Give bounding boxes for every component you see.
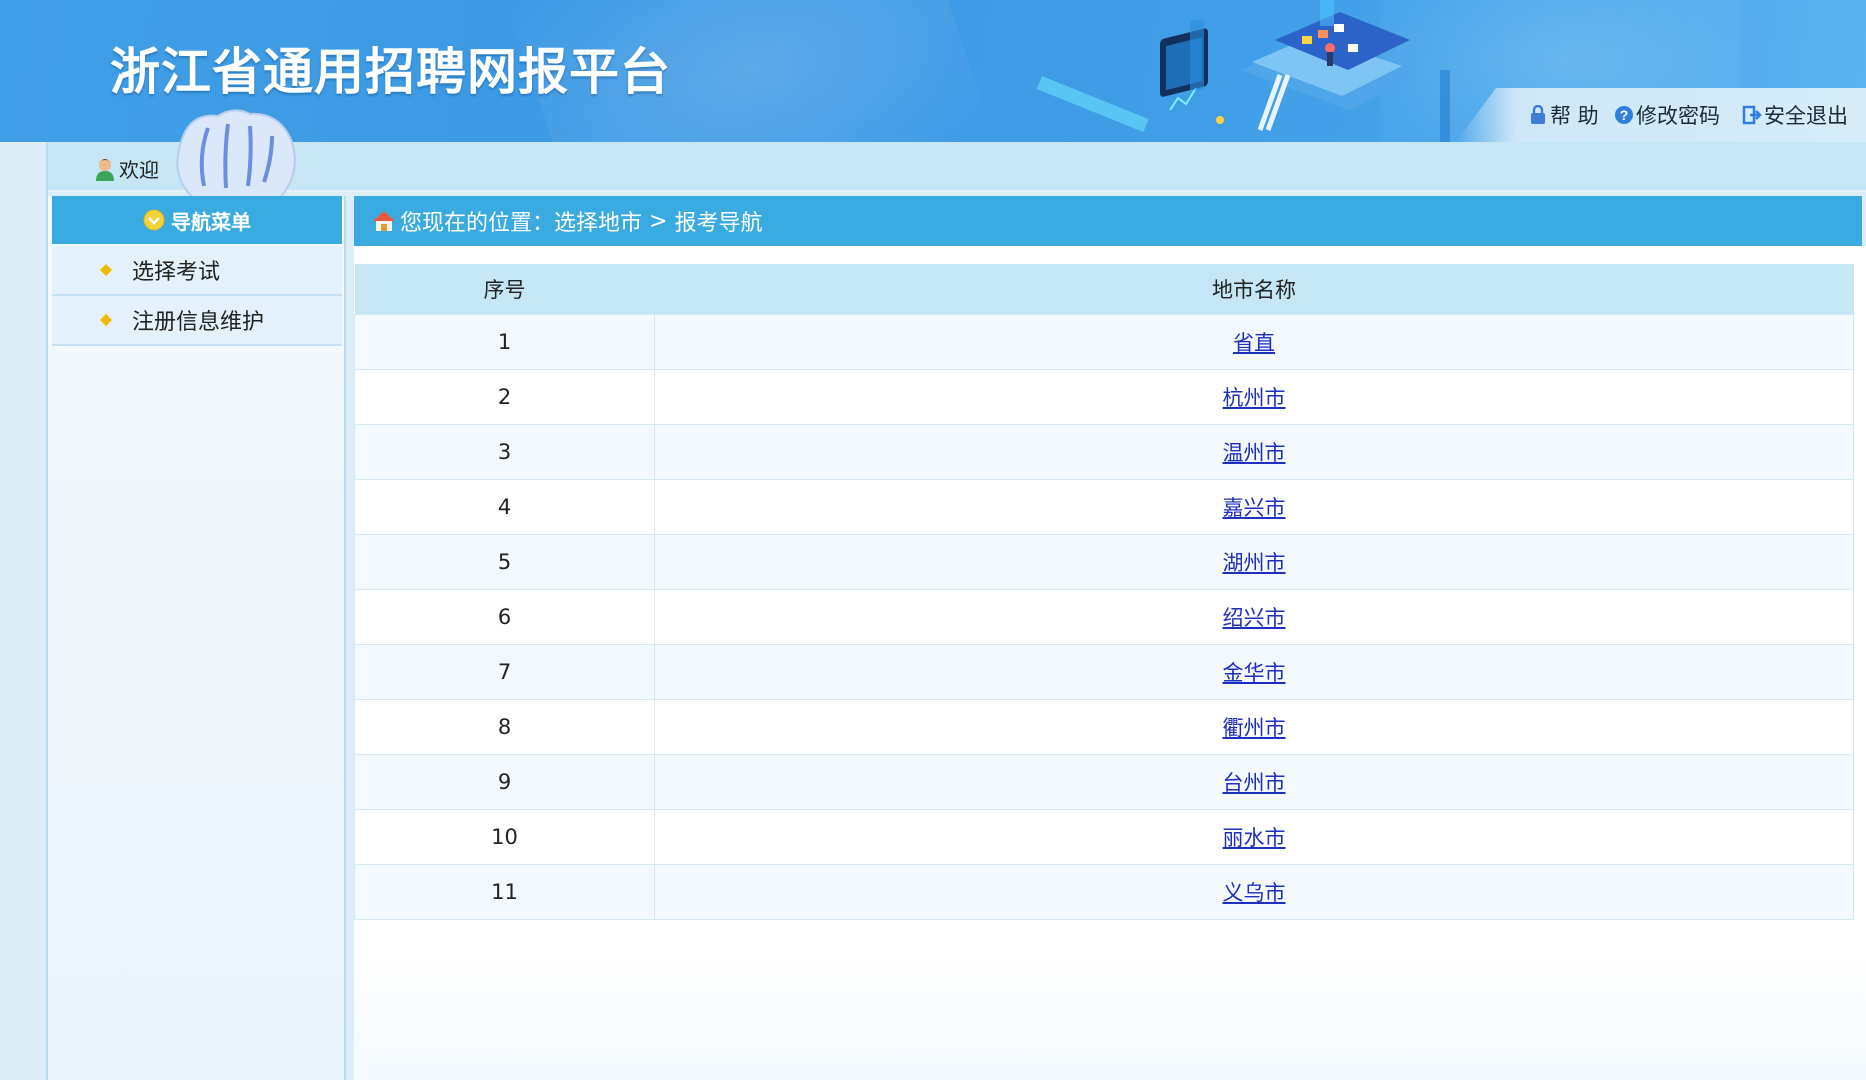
table-row: 1 省直 bbox=[354, 314, 1854, 370]
change-password-link[interactable]: ? 修改密码 bbox=[1614, 100, 1720, 130]
city-cell: 杭州市 bbox=[654, 369, 1854, 425]
city-cell: 衢州市 bbox=[654, 699, 1854, 755]
welcome-message: 欢迎 bbox=[94, 154, 159, 183]
breadcrumb-item-exam-navigation: 报考导航 bbox=[674, 211, 763, 236]
column-header-index: 序号 bbox=[354, 264, 655, 315]
logout-link[interactable]: 安全退出 bbox=[1742, 100, 1848, 130]
row-index: 3 bbox=[354, 424, 655, 480]
row-index: 7 bbox=[354, 644, 655, 700]
city-link[interactable]: 湖州市 bbox=[1223, 551, 1286, 575]
sidebar-title: 导航菜单 bbox=[171, 209, 251, 234]
logout-label: 安全退出 bbox=[1764, 104, 1848, 128]
table-row: 4 嘉兴市 bbox=[354, 479, 1854, 535]
sidebar-item-registration-info[interactable]: 注册信息维护 bbox=[52, 296, 342, 346]
city-cell: 义乌市 bbox=[654, 864, 1854, 920]
left-edge-panel bbox=[0, 142, 48, 1080]
help-lock-icon bbox=[1531, 105, 1545, 124]
city-link[interactable]: 温州市 bbox=[1223, 441, 1286, 465]
table-row: 10 丽水市 bbox=[354, 809, 1854, 865]
row-index: 5 bbox=[354, 534, 655, 590]
table-header-row: 序号 地市名称 bbox=[354, 264, 1854, 315]
city-cell: 嘉兴市 bbox=[654, 479, 1854, 535]
diamond-bullet-icon bbox=[100, 264, 112, 276]
row-index: 6 bbox=[354, 589, 655, 645]
diamond-bullet-icon bbox=[100, 314, 112, 326]
row-index: 10 bbox=[354, 809, 655, 865]
change-password-label: 修改密码 bbox=[1636, 104, 1720, 128]
city-cell: 湖州市 bbox=[654, 534, 1854, 590]
city-cell: 省直 bbox=[654, 314, 1854, 370]
table-row: 9 台州市 bbox=[354, 754, 1854, 810]
welcome-text: 欢迎 bbox=[119, 158, 159, 182]
city-link[interactable]: 义乌市 bbox=[1223, 881, 1286, 905]
home-icon bbox=[373, 211, 395, 231]
table-row: 6 绍兴市 bbox=[354, 589, 1854, 645]
row-index: 4 bbox=[354, 479, 655, 535]
breadcrumb-item-select-city: 选择地市 bbox=[554, 211, 643, 236]
city-link[interactable]: 绍兴市 bbox=[1223, 606, 1286, 630]
sidebar-item-select-exam[interactable]: 选择考试 bbox=[52, 246, 342, 296]
help-link-label: 帮 助 bbox=[1550, 104, 1599, 128]
city-link[interactable]: 省直 bbox=[1233, 331, 1275, 355]
row-index: 11 bbox=[354, 864, 655, 920]
table-row: 11 义乌市 bbox=[354, 864, 1854, 920]
table-row: 3 温州市 bbox=[354, 424, 1854, 480]
city-link[interactable]: 嘉兴市 bbox=[1223, 496, 1286, 520]
city-link[interactable]: 杭州市 bbox=[1223, 386, 1286, 410]
city-cell: 台州市 bbox=[654, 754, 1854, 810]
table-row: 5 湖州市 bbox=[354, 534, 1854, 590]
table-row: 7 金华市 bbox=[354, 644, 1854, 700]
header-illustration bbox=[1036, 0, 1450, 142]
question-icon: ? bbox=[1615, 106, 1633, 124]
city-link[interactable]: 衢州市 bbox=[1223, 716, 1286, 740]
sidebar-item-label: 注册信息维护 bbox=[132, 310, 265, 335]
row-index: 9 bbox=[354, 754, 655, 810]
city-cell: 温州市 bbox=[654, 424, 1854, 480]
column-header-city-name: 地市名称 bbox=[654, 264, 1854, 315]
exit-icon bbox=[1742, 105, 1762, 125]
table-row: 2 杭州市 bbox=[354, 369, 1854, 425]
sidebar-item-label: 选择考试 bbox=[132, 260, 221, 285]
city-cell: 金华市 bbox=[654, 644, 1854, 700]
city-link[interactable]: 台州市 bbox=[1223, 771, 1286, 795]
row-index: 1 bbox=[354, 314, 655, 370]
sidebar: 导航菜单 选择考试 注册信息维护 bbox=[48, 196, 346, 1080]
city-link[interactable]: 金华市 bbox=[1223, 661, 1286, 685]
page-title: 浙江省通用招聘网报平台 bbox=[110, 43, 671, 101]
chevron-down-circle-icon bbox=[143, 209, 165, 231]
breadcrumb-separator: > bbox=[642, 208, 675, 234]
city-cell: 丽水市 bbox=[654, 809, 1854, 865]
breadcrumb-prefix: 您现在的位置： bbox=[400, 211, 555, 236]
user-avatar-icon bbox=[96, 158, 114, 181]
help-link[interactable]: 帮 助 bbox=[1528, 100, 1599, 130]
welcome-bar bbox=[46, 142, 1866, 192]
city-cell: 绍兴市 bbox=[654, 589, 1854, 645]
city-link[interactable]: 丽水市 bbox=[1223, 826, 1286, 850]
svg-text:?: ? bbox=[1620, 107, 1629, 123]
breadcrumb: 您现在的位置： 选择地市 > 报考导航 bbox=[354, 196, 1862, 246]
table-row: 8 衢州市 bbox=[354, 699, 1854, 755]
sidebar-header: 导航菜单 bbox=[52, 196, 342, 244]
row-index: 2 bbox=[354, 369, 655, 425]
row-index: 8 bbox=[354, 699, 655, 755]
city-table: 序号 地市名称 1 省直 2 杭州市 3 温州市 4 嘉兴市 5 湖州市 6 绍… bbox=[354, 264, 1854, 920]
